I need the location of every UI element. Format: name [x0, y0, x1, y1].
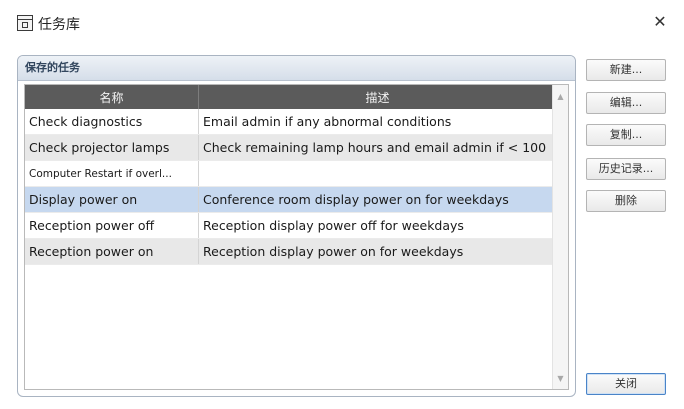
task-table-container: 名称 描述 Check diagnostics Email admin if a… [24, 84, 569, 390]
history-button[interactable]: 历史记录... [586, 158, 666, 180]
new-button[interactable]: 新建... [586, 59, 666, 81]
scroll-up-arrow-icon[interactable]: ▲ [553, 89, 568, 105]
task-description-cell: Check remaining lamp hours and email adm… [198, 134, 557, 161]
table-row[interactable]: Reception power off Reception display po… [25, 212, 557, 239]
window-title: 任务库 [38, 17, 80, 33]
task-library-icon [17, 15, 33, 31]
task-description-cell: Conference room display power on for wee… [198, 186, 557, 213]
table-row[interactable]: Check projector lamps Check remaining la… [25, 134, 557, 161]
task-name-cell: Reception power on [25, 238, 199, 265]
table-row-selected[interactable]: Display power on Conference room display… [25, 186, 557, 213]
close-icon[interactable]: ✕ [646, 8, 674, 36]
table-row[interactable]: Computer Restart if overl... [25, 160, 557, 187]
task-description-cell: Reception display power off for weekdays [198, 212, 557, 239]
table-row[interactable]: Check diagnostics Email admin if any abn… [25, 109, 557, 135]
saved-tasks-header: 保存的任务 [18, 56, 575, 81]
task-name-cell: Check diagnostics [25, 109, 199, 135]
vertical-scrollbar[interactable]: ▲ ▼ [552, 85, 568, 389]
task-name-cell: Display power on [25, 186, 199, 213]
task-description-cell: Reception display power on for weekdays [198, 238, 557, 265]
edit-button[interactable]: 编辑... [586, 92, 666, 114]
column-header-description[interactable]: 描述 [198, 85, 557, 109]
task-description-cell: Email admin if any abnormal conditions [198, 109, 557, 135]
task-description-cell [198, 160, 557, 187]
scroll-down-arrow-icon[interactable]: ▼ [553, 371, 568, 387]
close-button[interactable]: 关闭 [586, 373, 666, 395]
table-header-row: 名称 描述 [25, 85, 557, 109]
column-header-name[interactable]: 名称 [25, 85, 199, 109]
delete-button[interactable]: 删除 [586, 190, 666, 212]
task-name-cell: Check projector lamps [25, 134, 199, 161]
title-bar: 任务库 ✕ [0, 0, 684, 44]
table-row[interactable]: Reception power on Reception display pow… [25, 238, 557, 265]
saved-tasks-group: 保存的任务 名称 描述 Check diagnostics Email admi… [17, 55, 576, 397]
task-table: 名称 描述 Check diagnostics Email admin if a… [25, 85, 557, 265]
task-name-cell: Reception power off [25, 212, 199, 239]
task-name-cell: Computer Restart if overl... [25, 160, 199, 187]
copy-button[interactable]: 复制... [586, 124, 666, 146]
